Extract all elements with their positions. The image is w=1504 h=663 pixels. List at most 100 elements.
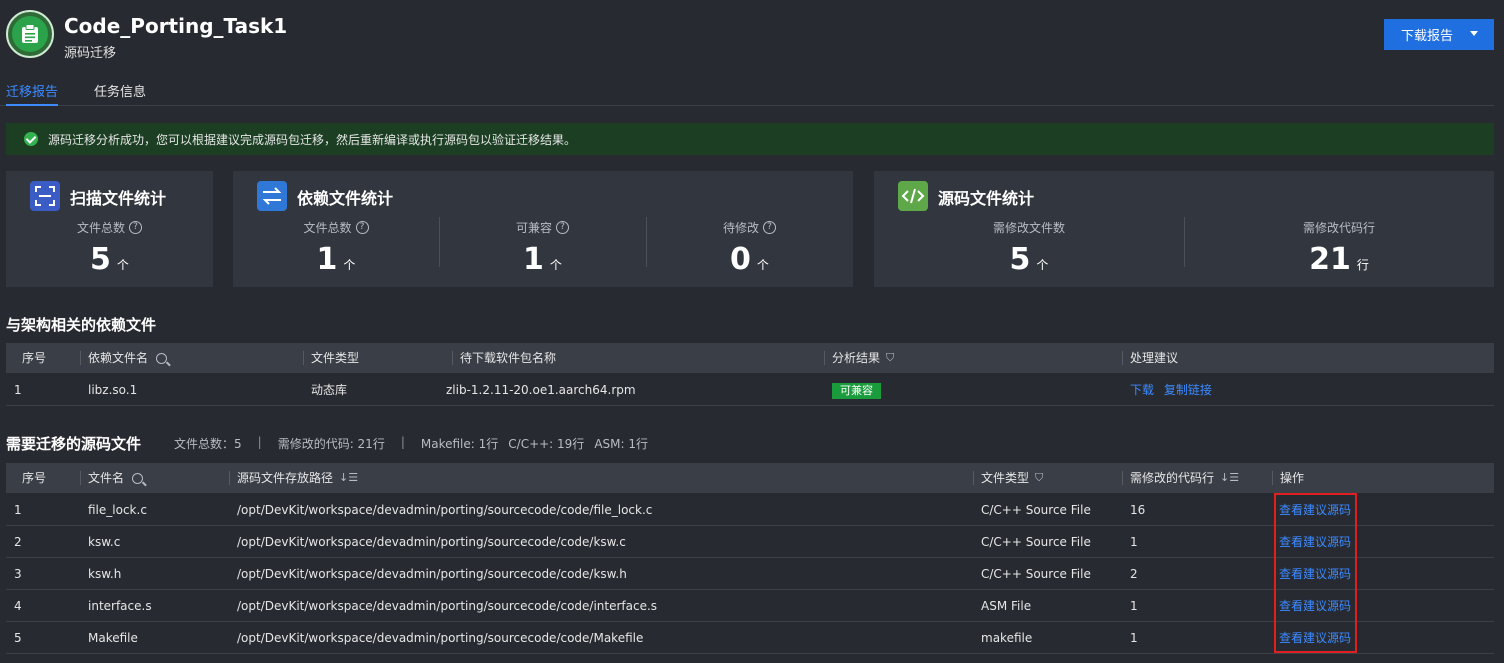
col-label: 文件类型 <box>981 471 1030 485</box>
source-lines-stat: 需修改代码行 21 行 <box>1184 219 1494 277</box>
search-icon[interactable] <box>156 352 168 364</box>
stat-value: 5 <box>90 242 111 277</box>
filter-icon[interactable]: ⛉ <box>1035 463 1043 493</box>
source-files-stat: 需修改文件数 5个 <box>874 219 1184 277</box>
stat-label: 待修改 <box>722 221 759 235</box>
page-title: Code_Porting_Task1 <box>64 14 288 38</box>
col-package-name: 待下载软件包名称 <box>452 343 557 373</box>
help-icon[interactable]: ? <box>355 221 369 234</box>
col-file-name: 文件名 <box>80 463 144 493</box>
scan-stats-card: 扫描文件统计 文件总数? 5个 <box>6 171 213 287</box>
col-index: 序号 <box>22 351 47 365</box>
dependency-compatible-stat: 可兼容? 1个 <box>439 219 646 277</box>
col-label: 操作 <box>1280 471 1305 485</box>
page-subtitle: 源码迁移 <box>64 46 117 61</box>
cell-name: ksw.c <box>88 535 121 549</box>
col-analysis-result: 分析结果 ⛉ <box>824 343 894 373</box>
cell-index: 4 <box>14 599 22 613</box>
table-row: 1 file_lock.c /opt/DevKit/workspace/deva… <box>6 494 1494 526</box>
cell-path: /opt/DevKit/workspace/devadmin/porting/s… <box>237 599 658 613</box>
stat-value: 0 <box>730 242 751 277</box>
cell-path: /opt/DevKit/workspace/devadmin/porting/s… <box>237 631 644 645</box>
cell-index: 1 <box>14 503 22 517</box>
success-banner: 源码迁移分析成功，您可以根据建议完成源码包迁移，然后重新编译或执行源码包以验证迁… <box>6 123 1494 155</box>
meta-makefile: Makefile: 1行 <box>420 437 499 451</box>
cell-name: libz.so.1 <box>88 383 138 397</box>
chevron-down-icon <box>1470 31 1478 36</box>
col-label: 文件类型 <box>311 351 360 365</box>
stat-label: 需修改文件数 <box>992 221 1065 235</box>
stat-value: 1 <box>316 242 338 277</box>
source-stats-card: 源码文件统计 需修改文件数 5个 需修改代码行 21 行 <box>874 171 1494 287</box>
col-suggestion: 处理建议 <box>1122 343 1178 373</box>
sort-icon[interactable]: ↓☰ <box>1220 463 1239 493</box>
cell-type: C/C++ Source File <box>981 503 1091 517</box>
col-dependency-name: 依赖文件名 <box>80 343 168 373</box>
cell-name: interface.s <box>88 599 152 613</box>
dependency-stats-card: 依赖文件统计 文件总数? 1个 可兼容? 1个 待修改? 0个 <box>233 171 853 287</box>
tab-bar: 迁移报告 任务信息 <box>0 78 1494 106</box>
meta-cpp: C/C++: 19行 <box>508 437 585 451</box>
copy-link-link[interactable]: 复制链接 <box>1164 383 1212 397</box>
dependency-table-header: 序号 依赖文件名 文件类型 待下载软件包名称 分析结果 ⛉ 处理建议 <box>6 343 1494 373</box>
stat-value: 1 <box>523 242 544 277</box>
dependency-section-title: 与架构相关的依赖文件 <box>6 316 157 334</box>
stat-unit: 个 <box>549 258 562 272</box>
download-link[interactable]: 下载 <box>1130 383 1154 397</box>
cell-type: ASM File <box>981 599 1032 613</box>
stat-unit: 个 <box>116 258 129 272</box>
page-header: Code_Porting_Task1 源码迁移 下载报告 <box>0 0 1504 72</box>
cell-index: 5 <box>14 631 22 645</box>
stat-unit: 行 <box>1356 258 1369 272</box>
search-icon[interactable] <box>132 472 144 484</box>
scan-card-title: 扫描文件统计 <box>70 189 167 208</box>
cell-lines: 1 <box>1130 599 1138 613</box>
dependency-card-title: 依赖文件统计 <box>297 189 394 208</box>
col-path: 源码文件存放路径 ↓☰ <box>229 463 358 493</box>
download-report-button[interactable]: 下载报告 <box>1384 19 1494 50</box>
col-label: 源码文件存放路径 <box>237 471 334 485</box>
cell-package: zlib-1.2.11-20.oe1.aarch64.rpm <box>446 383 636 397</box>
help-icon[interactable]: ? <box>556 221 569 234</box>
cell-path: /opt/DevKit/workspace/devadmin/porting/s… <box>237 567 627 581</box>
stat-value: 21 <box>1309 242 1351 277</box>
stat-label: 文件总数 <box>303 221 352 235</box>
col-file-type: 文件类型 ⛉ <box>973 463 1043 493</box>
scan-icon <box>30 181 60 211</box>
cell-name: file_lock.c <box>88 503 147 517</box>
cell-path: /opt/DevKit/workspace/devadmin/porting/s… <box>237 535 626 549</box>
dependency-pending-stat: 待修改? 0个 <box>646 219 853 277</box>
stat-unit: 个 <box>343 258 356 272</box>
cell-result: 可兼容 <box>832 374 881 406</box>
task-logo-icon <box>6 10 54 58</box>
cell-name: Makefile <box>88 631 138 645</box>
col-label: 待下载软件包名称 <box>460 351 557 365</box>
col-index: 序号 <box>22 471 47 485</box>
meta-asm: ASM: 1行 <box>594 437 648 451</box>
tab-migration-report[interactable]: 迁移报告 <box>6 81 59 106</box>
cell-type: C/C++ Source File <box>981 535 1091 549</box>
code-icon <box>898 181 928 211</box>
download-report-label: 下载报告 <box>1401 29 1454 44</box>
col-lines: 需修改的代码行 ↓☰ <box>1122 463 1239 493</box>
cell-index: 2 <box>14 535 22 549</box>
source-card-title: 源码文件统计 <box>938 189 1035 208</box>
sort-icon[interactable]: ↓☰ <box>339 463 358 493</box>
status-badge: 可兼容 <box>832 382 881 399</box>
cell-index: 3 <box>14 567 22 581</box>
help-icon[interactable]: ? <box>129 221 142 234</box>
help-icon[interactable]: ? <box>763 221 776 234</box>
filter-icon[interactable]: ⛉ <box>886 343 894 373</box>
col-file-type: 文件类型 <box>303 343 360 373</box>
table-row: 3 ksw.h /opt/DevKit/workspace/devadmin/p… <box>6 558 1494 590</box>
cell-actions: 下载 复制链接 <box>1130 374 1212 406</box>
stat-label: 需修改代码行 <box>1302 221 1375 235</box>
tab-task-info[interactable]: 任务信息 <box>94 81 146 106</box>
dependency-total-stat: 文件总数? 1个 <box>233 219 439 277</box>
cell-path: /opt/DevKit/workspace/devadmin/porting/s… <box>237 503 653 517</box>
source-table-header: 序号 文件名 源码文件存放路径 ↓☰ 文件类型 ⛉ 需修改的代码行 ↓☰ 操作 <box>6 463 1494 493</box>
success-check-icon <box>24 132 38 146</box>
col-label: 依赖文件名 <box>88 351 149 365</box>
meta-total: 文件总数：5 <box>174 437 242 451</box>
col-label: 分析结果 <box>832 351 881 365</box>
